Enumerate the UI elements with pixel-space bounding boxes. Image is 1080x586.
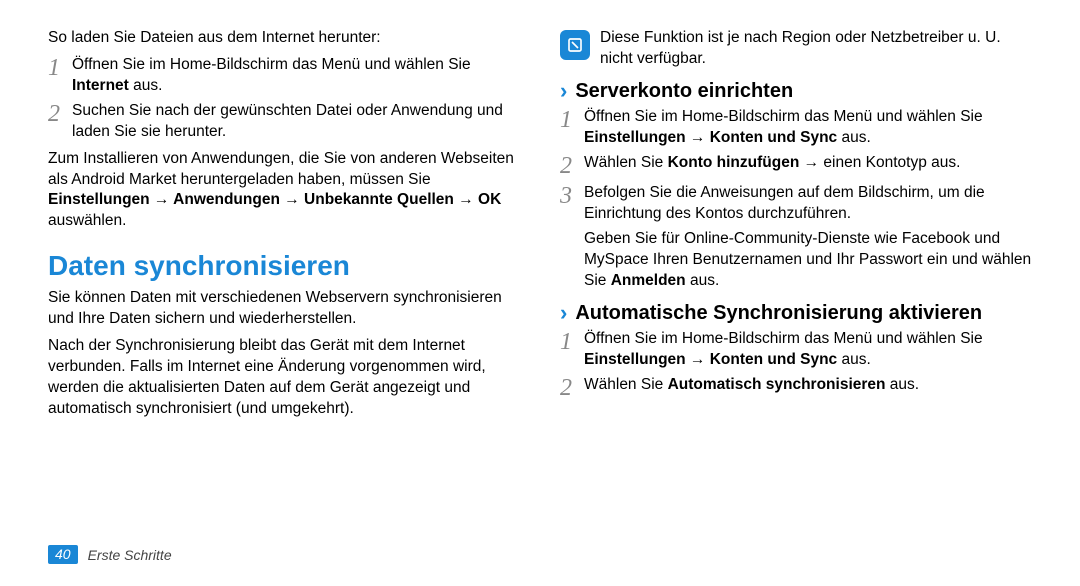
bold: Internet [72,77,129,94]
step-text: Suchen Sie nach der gewünschten Datei od… [72,101,520,143]
text: Öffnen Sie im Home-Bildschirm das Menü u… [584,108,983,125]
step-row: 1 Öffnen Sie im Home-Bildschirm das Menü… [560,107,1032,149]
page-footer: 40 Erste Schritte [48,545,172,564]
step-row: 3 Befolgen Sie die Anweisungen auf dem B… [560,183,1032,225]
page-number: 40 [48,545,78,564]
step-text: Öffnen Sie im Home-Bildschirm das Menü u… [584,107,1032,149]
step-row: 1 Öffnen Sie im Home-Bildschirm das Menü… [560,329,1032,371]
text: → einen Kontotyp aus. [799,154,960,171]
right-column: Diese Funktion ist je nach Region oder N… [560,28,1032,426]
paragraph: Nach der Synchronisierung bleibt das Ger… [48,336,520,420]
step-row: 2 Suchen Sie nach der gewünschten Datei … [48,101,520,143]
text: aus. [837,351,871,368]
bold: Einstellungen → Konten und Sync [584,129,837,146]
bold: Automatisch synchronisieren [668,376,886,393]
step-row: 1 Öffnen Sie im Home-Bildschirm das Menü… [48,55,520,97]
step-number: 1 [560,107,584,133]
step-text: Befolgen Sie die Anweisungen auf dem Bil… [584,183,1032,225]
text: Zum Installieren von Anwendungen, die Si… [48,150,514,188]
subsection-heading: › Serverkonto einrichten [560,80,1032,103]
left-column: So laden Sie Dateien aus dem Internet he… [48,28,520,426]
note-block: Diese Funktion ist je nach Region oder N… [560,28,1032,70]
text: Wählen Sie [584,376,668,393]
step-text: Öffnen Sie im Home-Bildschirm das Menü u… [584,329,1032,371]
paragraph: Geben Sie für Online-Community-Dienste w… [560,229,1032,292]
section-heading: Daten synchronisieren [48,250,520,282]
chevron-right-icon: › [560,80,567,102]
bold: Konto hinzufügen [668,154,800,171]
text: aus. [837,129,871,146]
step-text: Öffnen Sie im Home-Bildschirm das Menü u… [72,55,520,97]
step-number: 1 [560,329,584,355]
page-body: So laden Sie Dateien aus dem Internet he… [0,0,1080,426]
step-number: 1 [48,55,72,81]
text: aus. [886,376,920,393]
step-row: 2 Wählen Sie Automatisch synchronisieren… [560,375,1032,401]
chevron-right-icon: › [560,302,567,324]
text: aus. [129,77,163,94]
bold: Einstellungen → Konten und Sync [584,351,837,368]
text: Wählen Sie [584,154,668,171]
text: Öffnen Sie im Home-Bildschirm das Menü u… [72,56,471,73]
intro-text: So laden Sie Dateien aus dem Internet he… [48,28,520,49]
paragraph: Zum Installieren von Anwendungen, die Si… [48,149,520,233]
bold: Einstellungen → Anwendungen → Unbekannte… [48,191,501,208]
step-number: 2 [48,101,72,127]
note-icon [560,30,590,60]
step-text: Wählen Sie Automatisch synchronisieren a… [584,375,1032,396]
footer-section-label: Erste Schritte [88,547,172,563]
note-text: Diese Funktion ist je nach Region oder N… [600,28,1032,70]
text: auswählen. [48,212,126,229]
step-text: Wählen Sie Konto hinzufügen → einen Kont… [584,153,1032,174]
text: aus. [686,272,720,289]
paragraph: Sie können Daten mit verschiedenen Webse… [48,288,520,330]
step-number: 2 [560,153,584,179]
subsection-title: Serverkonto einrichten [575,80,793,103]
subsection-title: Automatische Synchronisierung aktivieren [575,302,982,325]
step-row: 2 Wählen Sie Konto hinzufügen → einen Ko… [560,153,1032,179]
step-number: 2 [560,375,584,401]
step-number: 3 [560,183,584,209]
bold: Anmelden [611,272,686,289]
subsection-heading: › Automatische Synchronisierung aktivier… [560,302,1032,325]
text: Öffnen Sie im Home-Bildschirm das Menü u… [584,330,983,347]
